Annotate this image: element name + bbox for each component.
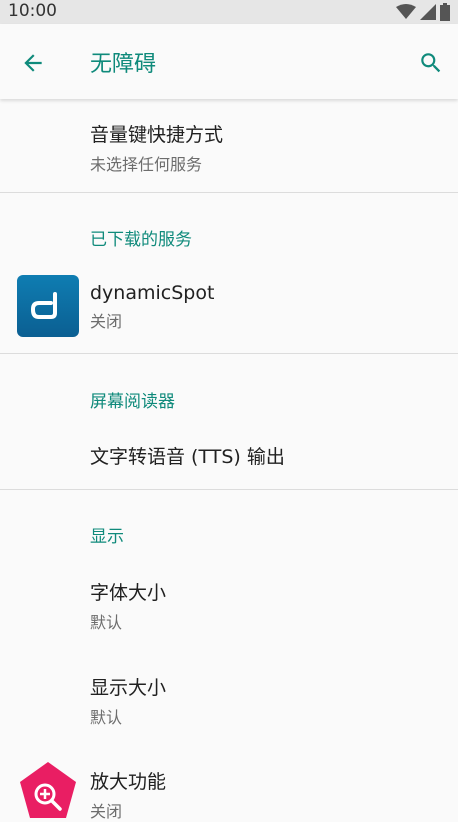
magnification-item[interactable]: 放大功能 关闭	[0, 750, 458, 821]
arrow-left-icon	[24, 54, 42, 72]
font-size-item[interactable]: 字体大小 默认	[0, 560, 458, 650]
wifi-icon	[396, 4, 416, 19]
app-bar: 无障碍	[0, 24, 458, 99]
downloaded-services-header: 已下载的服务	[0, 193, 458, 257]
battery-icon	[440, 3, 450, 21]
page-title: 无障碍	[90, 52, 157, 77]
dynamic-spot-title: dynamicSpot	[90, 282, 215, 304]
display-header: 显示	[0, 490, 458, 554]
display-section-title: 显示	[90, 527, 124, 547]
font-size-title: 字体大小	[90, 582, 167, 604]
display-size-title: 显示大小	[90, 677, 167, 699]
display-size-summary: 默认	[90, 708, 123, 727]
screen-reader-title: 屏幕阅读器	[90, 392, 175, 412]
screen-reader-header: 屏幕阅读器	[0, 354, 458, 418]
cellular-icon	[420, 4, 436, 20]
magnification-title: 放大功能	[90, 771, 167, 793]
tts-output-title: 文字转语音 (TTS) 输出	[90, 446, 285, 468]
tts-output-item[interactable]: 文字转语音 (TTS) 输出	[0, 420, 458, 488]
volume-shortcut-title: 音量键快捷方式	[90, 124, 224, 146]
search-icon	[421, 53, 441, 73]
font-size-summary: 默认	[90, 613, 123, 632]
magnification-summary: 关闭	[90, 802, 123, 821]
status-icons	[396, 3, 450, 21]
dynamic-spot-summary: 关闭	[90, 312, 123, 331]
display-size-item[interactable]: 显示大小 默认	[0, 655, 458, 745]
dynamic-spot-item[interactable]: dynamicSpot 关闭	[0, 262, 458, 352]
status-bar: 10:00	[0, 0, 458, 24]
downloaded-services-title: 已下载的服务	[90, 230, 192, 250]
volume-shortcut-summary: 未选择任何服务	[90, 155, 203, 174]
magnification-icon	[20, 762, 76, 818]
back-button[interactable]	[18, 48, 48, 78]
status-time: 10:00	[8, 1, 57, 21]
volume-shortcut-item[interactable]: 音量键快捷方式 未选择任何服务	[0, 100, 458, 192]
search-button[interactable]	[416, 48, 446, 78]
dynamic-spot-icon	[17, 275, 79, 337]
